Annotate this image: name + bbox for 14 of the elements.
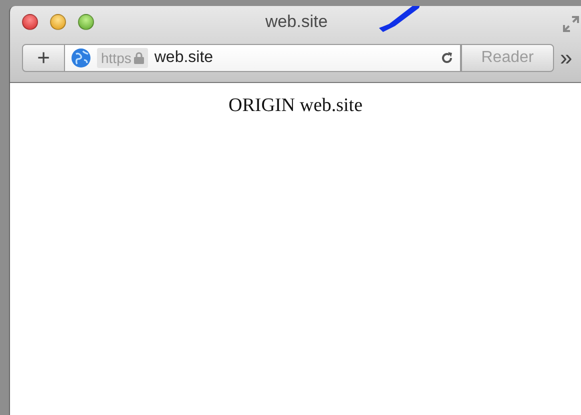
close-button[interactable]	[22, 14, 38, 30]
page-text: ORIGIN web.site	[228, 95, 363, 116]
new-tab-button[interactable]: +	[22, 44, 65, 72]
https-badge: https	[97, 48, 148, 68]
minimize-button[interactable]	[50, 14, 66, 30]
lock-icon	[134, 52, 144, 64]
window-title: web.site	[265, 12, 328, 32]
reload-icon[interactable]	[440, 51, 454, 65]
url-text: web.site	[154, 49, 214, 67]
fullscreen-icon[interactable]	[563, 16, 579, 32]
address-field[interactable]: https web.site	[65, 44, 461, 72]
zoom-button[interactable]	[78, 14, 94, 30]
globe-icon	[71, 48, 91, 68]
overflow-chevron[interactable]: »	[560, 47, 572, 69]
